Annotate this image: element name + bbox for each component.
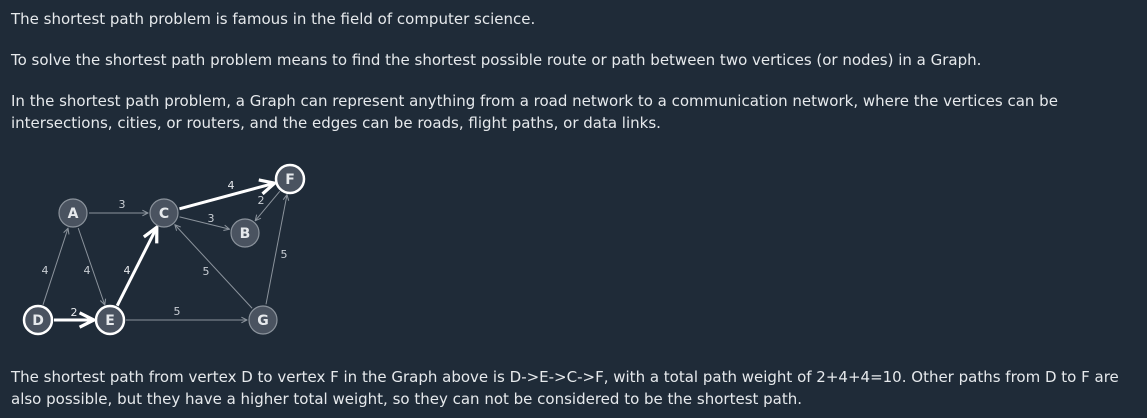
edge-weight-c-b: 3: [208, 212, 215, 225]
vertex-g: G: [248, 305, 278, 335]
vertex-f: F: [274, 163, 306, 195]
vertex-d: D: [22, 304, 54, 336]
shortest-path-graph-diagram: 4 4 3 2 4 4 3 2 5 5 5 A B C D E F G: [22, 163, 306, 336]
edge-c-b: [179, 216, 230, 229]
paragraph-intro: The shortest path problem is famous in t…: [11, 10, 536, 28]
vertex-a: A: [58, 198, 88, 228]
edge-weight-e-c: 4: [124, 264, 131, 277]
vertex-label-a: A: [68, 206, 79, 222]
vertex-e: E: [94, 304, 126, 336]
edge-weight-g-c: 5: [203, 265, 210, 278]
vertex-label-c: C: [159, 206, 169, 222]
vertex-label-b: B: [240, 226, 251, 242]
edge-weight-d-e: 2: [71, 306, 78, 319]
vertex-label-e: E: [105, 313, 115, 329]
vertex-c: C: [149, 198, 179, 228]
edge-weight-f-b: 2: [258, 194, 265, 207]
edge-weight-g-f: 5: [281, 248, 288, 261]
paragraph-result: The shortest path from vertex D to verte…: [11, 368, 1119, 408]
paragraph-graph-representation: In the shortest path problem, a Graph ca…: [11, 92, 1058, 132]
vertex-label-d: D: [32, 313, 44, 329]
edge-a-e: [77, 227, 105, 305]
edge-weight-e-g: 5: [174, 305, 181, 318]
edge-weight-a-c: 3: [119, 198, 126, 211]
vertex-b: B: [230, 218, 260, 248]
paragraph-definition: To solve the shortest path problem means…: [11, 51, 982, 69]
vertex-label-g: G: [257, 313, 269, 329]
edge-weight-c-f: 4: [228, 179, 235, 192]
edge-weight-d-a: 4: [42, 264, 49, 277]
edge-weight-a-e: 4: [84, 264, 91, 277]
vertex-label-f: F: [285, 172, 295, 188]
